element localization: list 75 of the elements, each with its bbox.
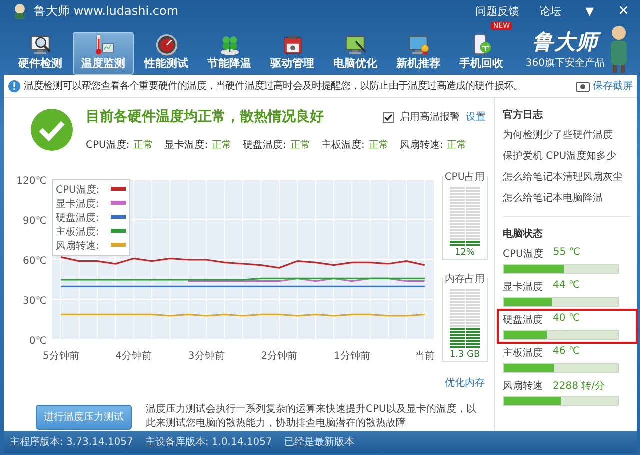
info-icon (8, 80, 21, 92)
status-headline: 目前各硬件温度均正常，散热情况良好 (86, 108, 324, 126)
version-text: 主程序版本: 3.73.14.1057 (10, 436, 134, 449)
x-tick-label: 3分钟前 (188, 351, 225, 362)
legend-label: CPU温度: (56, 185, 100, 196)
header-link[interactable]: 论坛 (540, 4, 562, 18)
news-link[interactable]: 怎么给笔记本清理风扇灰尘 (503, 170, 631, 184)
toolbar-tab[interactable]: 硬件检测 (10, 32, 71, 75)
toolbar-tab[interactable]: 新机推荐 (388, 32, 449, 75)
x-tick-label: 4分钟前 (116, 351, 152, 362)
status-label: CPU温度: (86, 138, 130, 152)
header-link[interactable]: 问题反馈 (476, 4, 520, 18)
sensor-value: 55 ℃ (553, 247, 580, 260)
legend-label: 主板温度: (56, 227, 100, 238)
x-tick-label: 1分钟前 (334, 351, 370, 362)
status-heading: 电脑状态 (503, 227, 544, 241)
y-tick-label: 120℃ (16, 176, 47, 187)
sensor-label: 显卡温度 (503, 280, 543, 294)
toolbar-tab[interactable]: 电脑优化 (325, 32, 386, 75)
legend-label: 风扇转速: (56, 241, 100, 252)
toolbar-tab[interactable]: 性能测试 (136, 32, 197, 75)
sensor-value: 46 ℃ (553, 346, 580, 359)
news-link[interactable]: 保护爱机 CPU温度知多少 (503, 149, 631, 163)
status-value: 正常 (368, 138, 389, 152)
status-label: 主板温度: (321, 138, 365, 152)
alarm-checkbox[interactable] (383, 112, 394, 122)
stress-test-description: 温度压力测试会执行一系列复杂的运算来快速提升CPU以及显卡的温度，以此来测试您电脑的散热能力，协助排查电脑潜在的散热故障 (146, 403, 478, 431)
optimize-memory-link[interactable]: 优化内存 (445, 376, 485, 390)
alarm-label: 启用高温报警 (400, 110, 460, 124)
sensor-label: 硬盘温度 (503, 314, 543, 327)
sensor-label: 风扇转速 (503, 380, 543, 393)
toolbar-tab[interactable]: 驱动管理 (262, 32, 323, 75)
gauge-title: CPU占用 (442, 170, 488, 184)
y-tick-label: 30℃ (23, 296, 47, 307)
version-text: 主设备库版本: 1.0.14.1057 (145, 436, 272, 449)
news-heading: 官方日志 (503, 108, 544, 122)
gauge-title: 内存占用 (443, 272, 487, 286)
status-label: 风扇转速: (400, 138, 444, 152)
y-tick-label: 0℃ (29, 336, 47, 347)
toolbar-tab[interactable]: 手机回收 (451, 32, 512, 75)
sensor-label: 主板温度 (503, 346, 543, 360)
info-message: 温度检测可以帮您查看各个重要硬件的温度，当硬件温度过高时会及时提醒您，以防止由于温度过高造成的硬件损坏。 (24, 80, 524, 93)
toolbar-tab[interactable]: 节能降温 (199, 32, 260, 75)
status-value: 正常 (212, 138, 232, 152)
x-tick-label: 当前 (414, 351, 435, 362)
sensor-value: 2288 转/分 (553, 380, 605, 393)
sensor-value: 40 ℃ (553, 313, 580, 326)
app-logo-icon (12, 3, 28, 19)
sensor-label: CPU温度 (503, 248, 544, 261)
settings-link[interactable]: 设置 (466, 110, 486, 124)
news-link[interactable]: 怎么给笔记本电脑降温 (503, 191, 631, 205)
legend-label: 显卡温度: (56, 199, 100, 210)
status-value: 正常 (447, 138, 468, 152)
x-tick-label: 2分钟前 (261, 351, 298, 362)
save-screenshot-link[interactable]: 保存截屏 (593, 79, 633, 93)
sensor-value: 44 ℃ (553, 280, 580, 293)
menu-button[interactable]: ▼ (586, 4, 594, 18)
version-text: 已经是最新版本 (284, 436, 354, 449)
x-tick-label: 5分钟前 (42, 351, 80, 362)
legend-label: 硬盘温度: (56, 213, 100, 224)
check-icon (30, 108, 74, 152)
camera-icon (576, 80, 590, 92)
gauge-reading: 12% (454, 248, 475, 258)
status-label: 显卡温度: (164, 138, 208, 152)
status-label: 硬盘温度: (243, 138, 286, 152)
brand-slogan: 360旗下安全产品 (526, 56, 605, 70)
window-title: 鲁大师 www.ludashi.com (34, 2, 179, 20)
y-tick-label: 90℃ (23, 216, 47, 227)
gauge-reading: 1.3 GB (450, 350, 480, 360)
news-link[interactable]: 为何检测少了些硬件温度 (503, 128, 631, 142)
status-value: 正常 (290, 138, 310, 152)
y-tick-label: 60℃ (23, 256, 47, 267)
status-value: 正常 (134, 138, 154, 152)
toolbar-tab[interactable]: 温度监测 (73, 32, 134, 75)
close-button[interactable]: ✕ (618, 4, 629, 18)
